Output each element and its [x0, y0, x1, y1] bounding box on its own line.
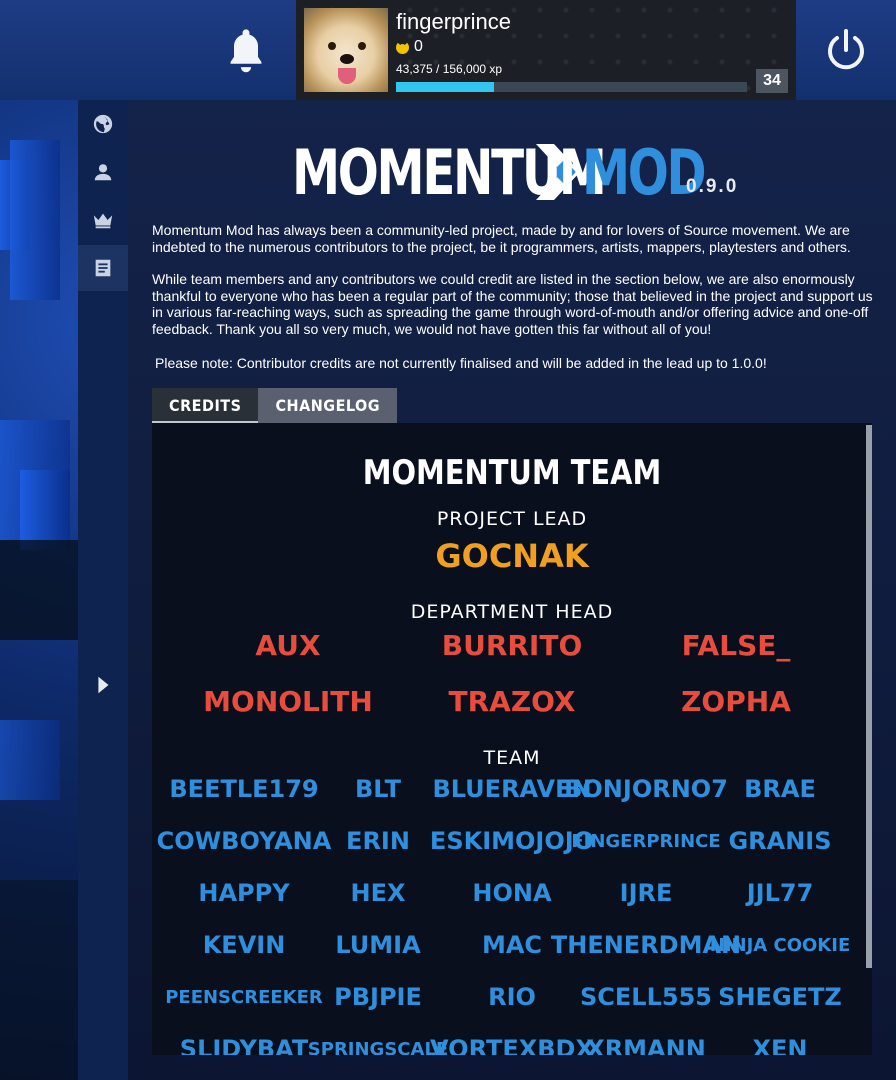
background-shape — [0, 720, 60, 800]
team-member-name: IJRE — [619, 879, 673, 907]
about-panel: MOMENTUM MOD 0.9.0 Momentum Mod has alwa… — [128, 100, 896, 1080]
team-member-name: KEVIN — [202, 931, 286, 959]
team-member-name: MAC — [481, 931, 543, 959]
tab-bar: CREDITS CHANGELOG — [152, 388, 398, 423]
department-head-name: TRAZOX — [448, 685, 576, 718]
version-label: 0.9.0 — [686, 176, 739, 197]
project-lead-name: GOCNAK — [435, 537, 589, 575]
credits-scrollbar[interactable] — [866, 425, 872, 968]
team-member-name: XRMANN — [586, 1035, 706, 1055]
level-badge: 34 — [756, 69, 788, 93]
team-member-name: ERIN — [346, 827, 410, 855]
avatar-eye — [358, 42, 366, 50]
team-member-name: HONA — [472, 879, 552, 907]
team-member-name: RIO — [488, 983, 536, 1011]
bell-icon[interactable] — [225, 26, 267, 74]
xp-text: 43,375 / 156,000 xp — [396, 62, 503, 76]
team-member-name: FINGERPRINCE — [571, 831, 721, 852]
logo-text-momentum: MOMENTUM — [292, 136, 607, 209]
avatar-nose — [340, 54, 354, 64]
background-shape — [10, 140, 60, 300]
team-member-name: ESKIMOJOJO — [429, 827, 595, 855]
xp-progress-bar — [396, 82, 747, 92]
intro-paragraph: While team members and any contributors … — [152, 271, 873, 337]
top-bar: fingerprince 0 43,375 / 156,000 xp 34 — [0, 0, 896, 100]
nav-expand-button[interactable] — [78, 662, 128, 708]
side-nav — [78, 100, 128, 1080]
team-member-name: BLT — [355, 775, 401, 803]
team-member-name: GRANIS — [728, 827, 832, 855]
department-head-name: ZOPHA — [681, 685, 791, 718]
currency-display: 0 — [396, 38, 423, 56]
tab-credits[interactable]: CREDITS — [152, 388, 259, 423]
profile-card[interactable]: fingerprince 0 43,375 / 156,000 xp 34 — [296, 0, 796, 100]
team-member-name: SHEGETZ — [718, 983, 842, 1011]
team-member-name: HEX — [350, 879, 406, 907]
nav-item-globe[interactable] — [78, 101, 128, 147]
department-head-name: MONOLITH — [203, 685, 373, 718]
momentum-mod-logo: MOMENTUM MOD — [292, 136, 707, 209]
globe-icon — [93, 114, 113, 134]
coin-icon — [396, 40, 409, 54]
background-shape — [0, 540, 78, 640]
credits-note: Please note: Contributor credits are not… — [155, 355, 767, 371]
intro-paragraph: Momentum Mod has always been a community… — [152, 222, 851, 255]
nav-item-leaderboards[interactable] — [78, 197, 128, 243]
username: fingerprince — [396, 9, 511, 34]
user-icon — [94, 164, 112, 181]
chevron-right-icon — [98, 676, 109, 694]
team-member-name: SLIDYBAT — [179, 1035, 309, 1055]
background-shape — [0, 880, 78, 1080]
credits-panel: MOMENTUM TEAM PROJECT LEAD GOCNAK DEPART… — [152, 423, 872, 1055]
team-member-name: COWBOYANA — [156, 827, 332, 855]
logo-text-mod: MOD — [582, 136, 707, 209]
project-lead-label: PROJECT LEAD — [436, 508, 588, 530]
nav-item-profile[interactable] — [78, 149, 128, 195]
nav-item-about[interactable] — [78, 245, 128, 291]
department-head-name: AUX — [255, 629, 321, 662]
avatar — [304, 8, 388, 92]
team-member-name: PBJPIE — [334, 983, 422, 1011]
team-member-name: SPRINGSCALE — [307, 1039, 449, 1055]
background-shape — [20, 470, 70, 550]
team-member-name: BONJORNO7 — [564, 775, 728, 803]
team-title: MOMENTUM TEAM — [362, 453, 662, 493]
power-icon[interactable] — [822, 26, 870, 74]
department-head-label: DEPARTMENT HEAD — [410, 601, 614, 623]
team-member-name: VORTEXBDX — [430, 1035, 594, 1055]
currency-amount: 0 — [414, 38, 423, 55]
intro-text: Momentum Mod has always been a community… — [152, 222, 876, 353]
document-icon — [95, 259, 111, 277]
team-label: TEAM — [483, 747, 541, 769]
tab-changelog[interactable]: CHANGELOG — [258, 388, 398, 423]
team-member-name: JJL77 — [746, 879, 814, 907]
team-member-name: HAPPY — [198, 879, 290, 907]
department-head-name: BURRITO — [441, 629, 583, 662]
team-member-name: BEETLE179 — [169, 775, 319, 803]
team-member-name: PEENSCREEKER — [165, 987, 323, 1008]
xp-progress-fill — [396, 82, 494, 92]
avatar-eye — [328, 42, 336, 50]
team-member-name: BRAE — [744, 775, 816, 803]
department-head-name: FALSE_ — [681, 629, 791, 662]
team-member-name: LUMIA — [335, 931, 421, 959]
avatar-tongue — [338, 68, 356, 84]
team-member-name: SCELL555 — [580, 983, 712, 1011]
crown-icon — [93, 213, 113, 229]
team-member-name: XEN — [752, 1035, 808, 1055]
team-member-name: NINJA COOKIE — [709, 935, 851, 956]
